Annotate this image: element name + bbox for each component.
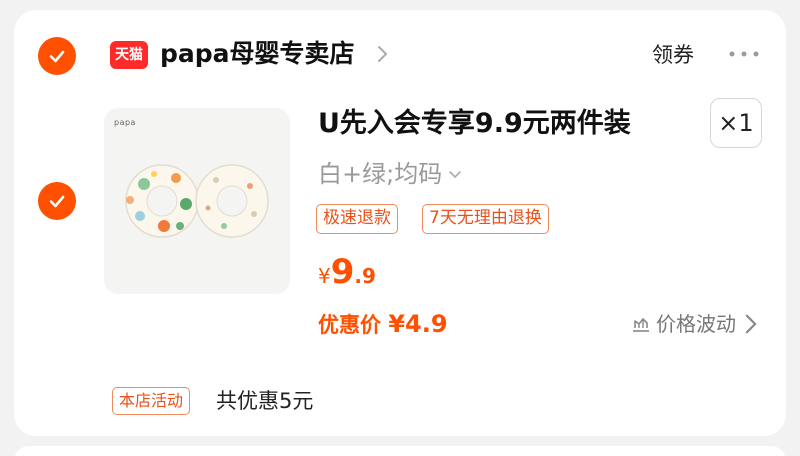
store-select-checkbox[interactable]	[38, 37, 76, 75]
discount-price: 优惠价 ¥4.9	[318, 306, 448, 343]
bib-illustration	[125, 164, 269, 238]
checkmark-icon	[49, 195, 65, 208]
quantity-button[interactable]: ×1	[710, 98, 762, 148]
price-chart-icon	[633, 318, 649, 332]
chevron-down-icon	[449, 171, 462, 179]
currency-symbol: ¥	[318, 264, 331, 288]
checkmark-icon	[49, 50, 65, 63]
more-dots-icon[interactable]	[724, 46, 764, 62]
price-fluctuation-link[interactable]: 价格波动	[630, 308, 762, 340]
store-promotion-tag: 本店活动	[112, 387, 191, 415]
coupon-button[interactable]: 领券	[652, 40, 694, 70]
tmall-badge: 天猫	[110, 41, 148, 69]
chevron-right-icon[interactable]	[376, 44, 390, 64]
sku-label: 白+绿;均码	[318, 160, 443, 188]
price-decimal: .9	[354, 264, 376, 288]
price-integer: 9	[330, 252, 355, 292]
store-name-link[interactable]: papa母婴专卖店	[160, 36, 355, 72]
sku-selector[interactable]: 白+绿;均码	[318, 156, 462, 192]
price-fluctuation-label: 价格波动	[656, 312, 736, 336]
service-tag-7-day-return: 7天无理由退换	[422, 204, 549, 234]
item-select-checkbox[interactable]	[38, 182, 76, 220]
promotion-summary: 共优惠5元	[216, 389, 314, 413]
next-store-card	[14, 446, 786, 456]
chevron-right-icon	[745, 314, 757, 334]
discount-label: 优惠价	[318, 313, 381, 337]
service-tag-fast-refund: 极速退款	[316, 204, 398, 234]
product-image[interactable]: papa	[104, 108, 290, 294]
item-price: ¥9.9	[318, 252, 376, 298]
discount-amount: ¥4.9	[388, 310, 448, 338]
product-title[interactable]: U先入会专享9.9元两件装	[318, 104, 631, 144]
